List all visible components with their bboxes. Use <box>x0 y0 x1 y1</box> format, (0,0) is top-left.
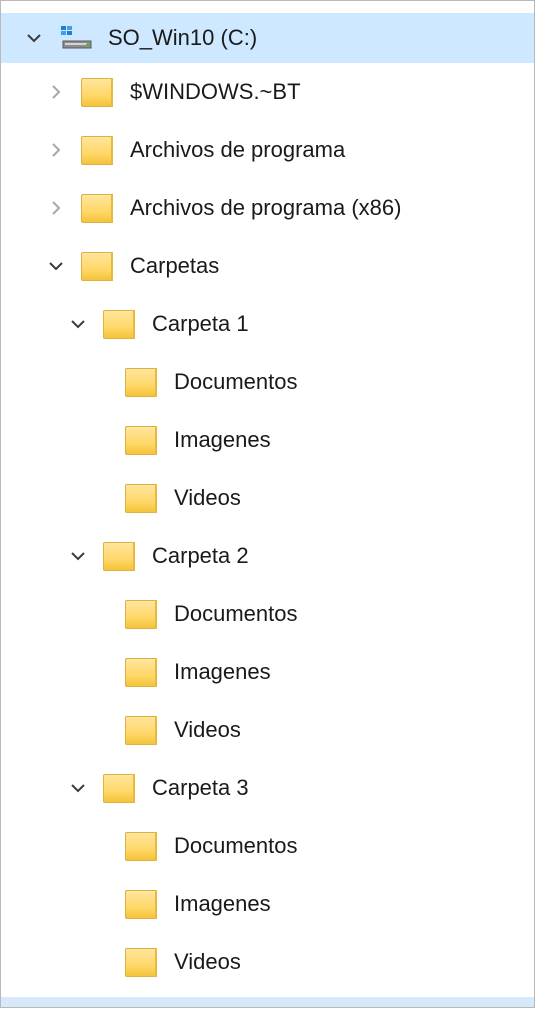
folder-icon <box>125 887 159 921</box>
chevron-down-icon[interactable] <box>67 313 89 335</box>
tree-item-carpeta-3[interactable]: Carpeta 3 <box>1 759 534 817</box>
tree-item-carpetas[interactable]: Carpetas <box>1 237 534 295</box>
folder-icon <box>125 423 159 457</box>
tree-item-documentos[interactable]: Documentos <box>1 817 534 875</box>
folder-icon <box>81 133 115 167</box>
folder-icon <box>125 945 159 979</box>
tree-item-label: Documentos <box>174 601 298 626</box>
tree-item-label: Carpeta 3 <box>152 775 249 800</box>
chevron-down-icon[interactable] <box>45 255 67 277</box>
tree-item-label: Documentos <box>174 833 298 858</box>
folder-icon <box>103 539 137 573</box>
tree-item-label: Archivos de programa <box>130 137 346 162</box>
folder-icon <box>125 655 159 689</box>
tree-item-archivos-de-programa-x86[interactable]: Archivos de programa (x86) <box>1 179 534 237</box>
folder-icon <box>81 249 115 283</box>
folder-icon <box>125 365 159 399</box>
chevron-down-icon[interactable] <box>23 27 45 49</box>
chevron-right-icon[interactable] <box>45 81 67 103</box>
tree-item-label: Carpeta 2 <box>152 543 249 568</box>
chevron-right-icon[interactable] <box>45 139 67 161</box>
tree-item-imagenes[interactable]: Imagenes <box>1 643 534 701</box>
tree-item-imagenes[interactable]: Imagenes <box>1 875 534 933</box>
navigation-pane: SO_Win10 (C:) $WINDOWS.~BT Archivos de pro… <box>0 0 535 1008</box>
folder-icon <box>125 597 159 631</box>
tree-item-archivos-de-programa[interactable]: Archivos de programa <box>1 121 534 179</box>
tree-item-label: Videos <box>174 717 241 742</box>
folder-icon <box>125 829 159 863</box>
tree-item-label: Videos <box>174 949 241 974</box>
bottom-selection-strip <box>1 997 534 1007</box>
folder-icon <box>103 771 137 805</box>
folder-icon <box>81 75 115 109</box>
tree-item-documentos[interactable]: Documentos <box>1 585 534 643</box>
tree-item-label: $WINDOWS.~BT <box>130 79 301 104</box>
tree-item-label: Documentos <box>174 369 298 394</box>
tree-item-documentos[interactable]: Documentos <box>1 353 534 411</box>
chevron-down-icon[interactable] <box>67 777 89 799</box>
tree-item-imagenes[interactable]: Imagenes <box>1 411 534 469</box>
tree-item-label: SO_Win10 (C:) <box>108 25 258 50</box>
folder-tree: SO_Win10 (C:) $WINDOWS.~BT Archivos de pro… <box>1 13 534 991</box>
chevron-down-icon[interactable] <box>67 545 89 567</box>
folder-icon <box>125 713 159 747</box>
folder-icon <box>103 307 137 341</box>
tree-item-videos[interactable]: Videos <box>1 701 534 759</box>
folder-icon <box>125 481 159 515</box>
folder-icon <box>81 191 115 225</box>
tree-item-label: Videos <box>174 485 241 510</box>
tree-item-carpeta-1[interactable]: Carpeta 1 <box>1 295 534 353</box>
tree-item-videos[interactable]: Videos <box>1 933 534 991</box>
chevron-right-icon[interactable] <box>45 197 67 219</box>
tree-item-windows-bt[interactable]: $WINDOWS.~BT <box>1 63 534 121</box>
tree-item-label: Carpeta 1 <box>152 311 249 336</box>
tree-item-label: Imagenes <box>174 891 271 916</box>
drive-icon <box>59 23 93 53</box>
tree-item-label: Carpetas <box>130 253 220 278</box>
tree-item-carpeta-2[interactable]: Carpeta 2 <box>1 527 534 585</box>
tree-item-videos[interactable]: Videos <box>1 469 534 527</box>
tree-item-label: Archivos de programa (x86) <box>130 195 402 220</box>
tree-item-label: Imagenes <box>174 659 271 684</box>
tree-item-so-win10-c[interactable]: SO_Win10 (C:) <box>1 13 534 63</box>
tree-item-label: Imagenes <box>174 427 271 452</box>
